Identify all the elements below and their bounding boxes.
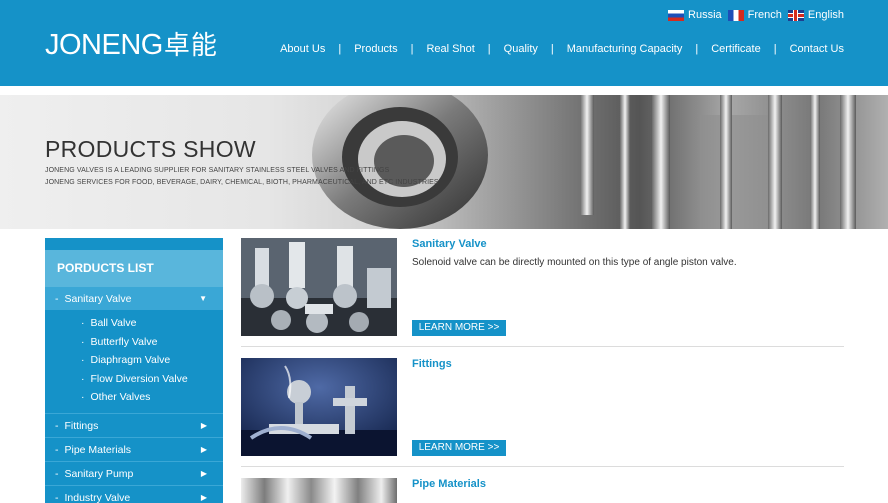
bullet-dot: ·	[81, 372, 85, 385]
sidebar-subitem-label: Other Valves	[90, 391, 151, 403]
divider	[241, 346, 844, 347]
banner-subtitle: JONENG SERVICES FOR FOOD, BEVERAGE, DAIR…	[45, 179, 439, 186]
france-flag-icon	[727, 9, 744, 21]
sidebar-subitem-label: Diaphragm Valve	[90, 354, 171, 366]
sidebar-subitem-flow-diversion-valve[interactable]: · Flow Diversion Valve	[45, 370, 223, 389]
sidebar-item-label: Fittings	[64, 419, 99, 432]
product-card: Pipe Materials	[241, 478, 844, 503]
dash-glyph: -	[55, 293, 59, 305]
nav-separator: |	[410, 43, 414, 55]
dash-glyph: -	[55, 491, 59, 503]
banner-title: PRODUCTS SHOW	[45, 136, 256, 162]
language-english[interactable]: English	[787, 9, 844, 21]
sidebar-subitem-label: Ball Valve	[90, 317, 137, 329]
sidebar-subitem-butterfly-valve[interactable]: · Butterfly Valve	[45, 333, 223, 352]
bullet-dot: ·	[81, 335, 85, 348]
sidebar-subitem-other-valves[interactable]: · Other Valves	[45, 388, 223, 407]
pipe-materials-image[interactable]	[241, 478, 397, 503]
sidebar-sublist: · Ball Valve · Butterfly Valve · Diaphragm …	[45, 310, 223, 413]
sidebar-subitem-diaphragm-valve[interactable]: · Diaphragm Valve	[45, 351, 223, 370]
sidebar-subitem-label: Butterfly Valve	[90, 335, 158, 348]
product-card: Sanitary Valve Solenoid valve can be dir…	[241, 238, 844, 348]
sidebar-item-label: Pipe Materials	[64, 443, 132, 456]
caret-right-icon: ▶	[200, 468, 207, 478]
banner-valve-image	[312, 95, 856, 229]
caret-right-icon: ▶	[200, 420, 207, 430]
logo-latin: JONENG	[45, 29, 163, 61]
learn-more-button[interactable]: LEARN MORE >>	[412, 440, 506, 456]
sidebar-item-pipe-materials[interactable]: - Pipe Materials ▶	[45, 436, 223, 461]
product-description: Solenoid valve can be directly mounted o…	[412, 257, 737, 268]
nav-contact-us[interactable]: Contact Us	[790, 43, 844, 55]
dash-glyph: -	[55, 443, 59, 456]
divider	[241, 466, 844, 467]
bullet-dot: ·	[81, 354, 85, 366]
banner-subtitle: JONENG VALVES IS A LEADING SUPPLIER FOR …	[45, 167, 390, 174]
sanitary-valve-image[interactable]	[241, 238, 397, 336]
nav-real-shot[interactable]: Real Shot	[426, 43, 474, 55]
bullet-dot: ·	[81, 317, 85, 329]
nav-separator: |	[487, 43, 491, 55]
sidebar-item-fittings[interactable]: - Fittings ▶	[45, 412, 223, 437]
product-title[interactable]: Sanitary Valve	[412, 238, 487, 250]
nav-products[interactable]: Products	[354, 43, 397, 55]
product-title[interactable]: Pipe Materials	[412, 478, 486, 490]
sidebar-item-label: Sanitary Valve	[64, 293, 132, 305]
products-banner: PRODUCTS SHOW JONENG VALVES IS A LEADING…	[0, 95, 888, 229]
uk-flag-icon	[787, 9, 804, 21]
caret-right-icon: ▶	[200, 444, 207, 454]
sidebar-item-label: Sanitary Pump	[64, 467, 134, 480]
logo-chinese: 卓能	[163, 30, 218, 60]
nav-separator: |	[338, 43, 342, 55]
dash-glyph: -	[55, 467, 59, 480]
sidebar-item-label: Industry Valve	[64, 491, 131, 503]
product-title[interactable]: Fittings	[412, 358, 452, 370]
products-sidebar: PORDUCTS LIST - Sanitary Valve ▼ · Ball Va…	[45, 238, 223, 503]
nav-manufacturing-capacity[interactable]: Manufacturing Capacity	[567, 43, 683, 55]
nav-about-us[interactable]: About Us	[280, 43, 325, 55]
russia-flag-icon	[668, 9, 685, 21]
nav-separator: |	[773, 43, 777, 55]
sidebar-title: PORDUCTS LIST	[45, 250, 223, 286]
product-card: Fittings LEARN MORE >>	[241, 358, 844, 468]
language-label: Russia	[688, 9, 722, 21]
language-label: English	[807, 9, 844, 21]
caret-right-icon: ▶	[200, 492, 207, 502]
site-logo[interactable]: JONENG卓能	[45, 29, 218, 61]
learn-more-button[interactable]: LEARN MORE >>	[412, 320, 506, 336]
main-nav: About Us | Products | Real Shot | Qualit…	[280, 43, 844, 55]
nav-separator: |	[550, 43, 554, 55]
language-french[interactable]: French	[727, 9, 782, 21]
site-header: JONENG卓能 Russia French English About Us …	[0, 0, 888, 86]
sidebar-top-bar	[45, 238, 223, 250]
bullet-dot: ·	[81, 391, 85, 403]
sidebar-item-industry-valve[interactable]: - Industry Valve ▶	[45, 484, 223, 503]
dash-glyph: -	[55, 419, 59, 432]
language-switcher: Russia French English	[668, 9, 844, 21]
sidebar-item-sanitary-valve[interactable]: - Sanitary Valve ▼	[45, 286, 223, 310]
nav-separator: |	[695, 43, 699, 55]
sidebar-subitem-ball-valve[interactable]: · Ball Valve	[45, 314, 223, 333]
language-label: French	[747, 9, 782, 21]
sidebar-subitem-label: Flow Diversion Valve	[90, 372, 188, 385]
nav-certificate[interactable]: Certificate	[711, 43, 761, 55]
caret-down-icon: ▼	[199, 294, 207, 303]
sidebar-item-sanitary-pump[interactable]: - Sanitary Pump ▶	[45, 460, 223, 485]
fittings-image[interactable]	[241, 358, 397, 456]
nav-quality[interactable]: Quality	[504, 43, 538, 55]
language-russia[interactable]: Russia	[668, 9, 722, 21]
